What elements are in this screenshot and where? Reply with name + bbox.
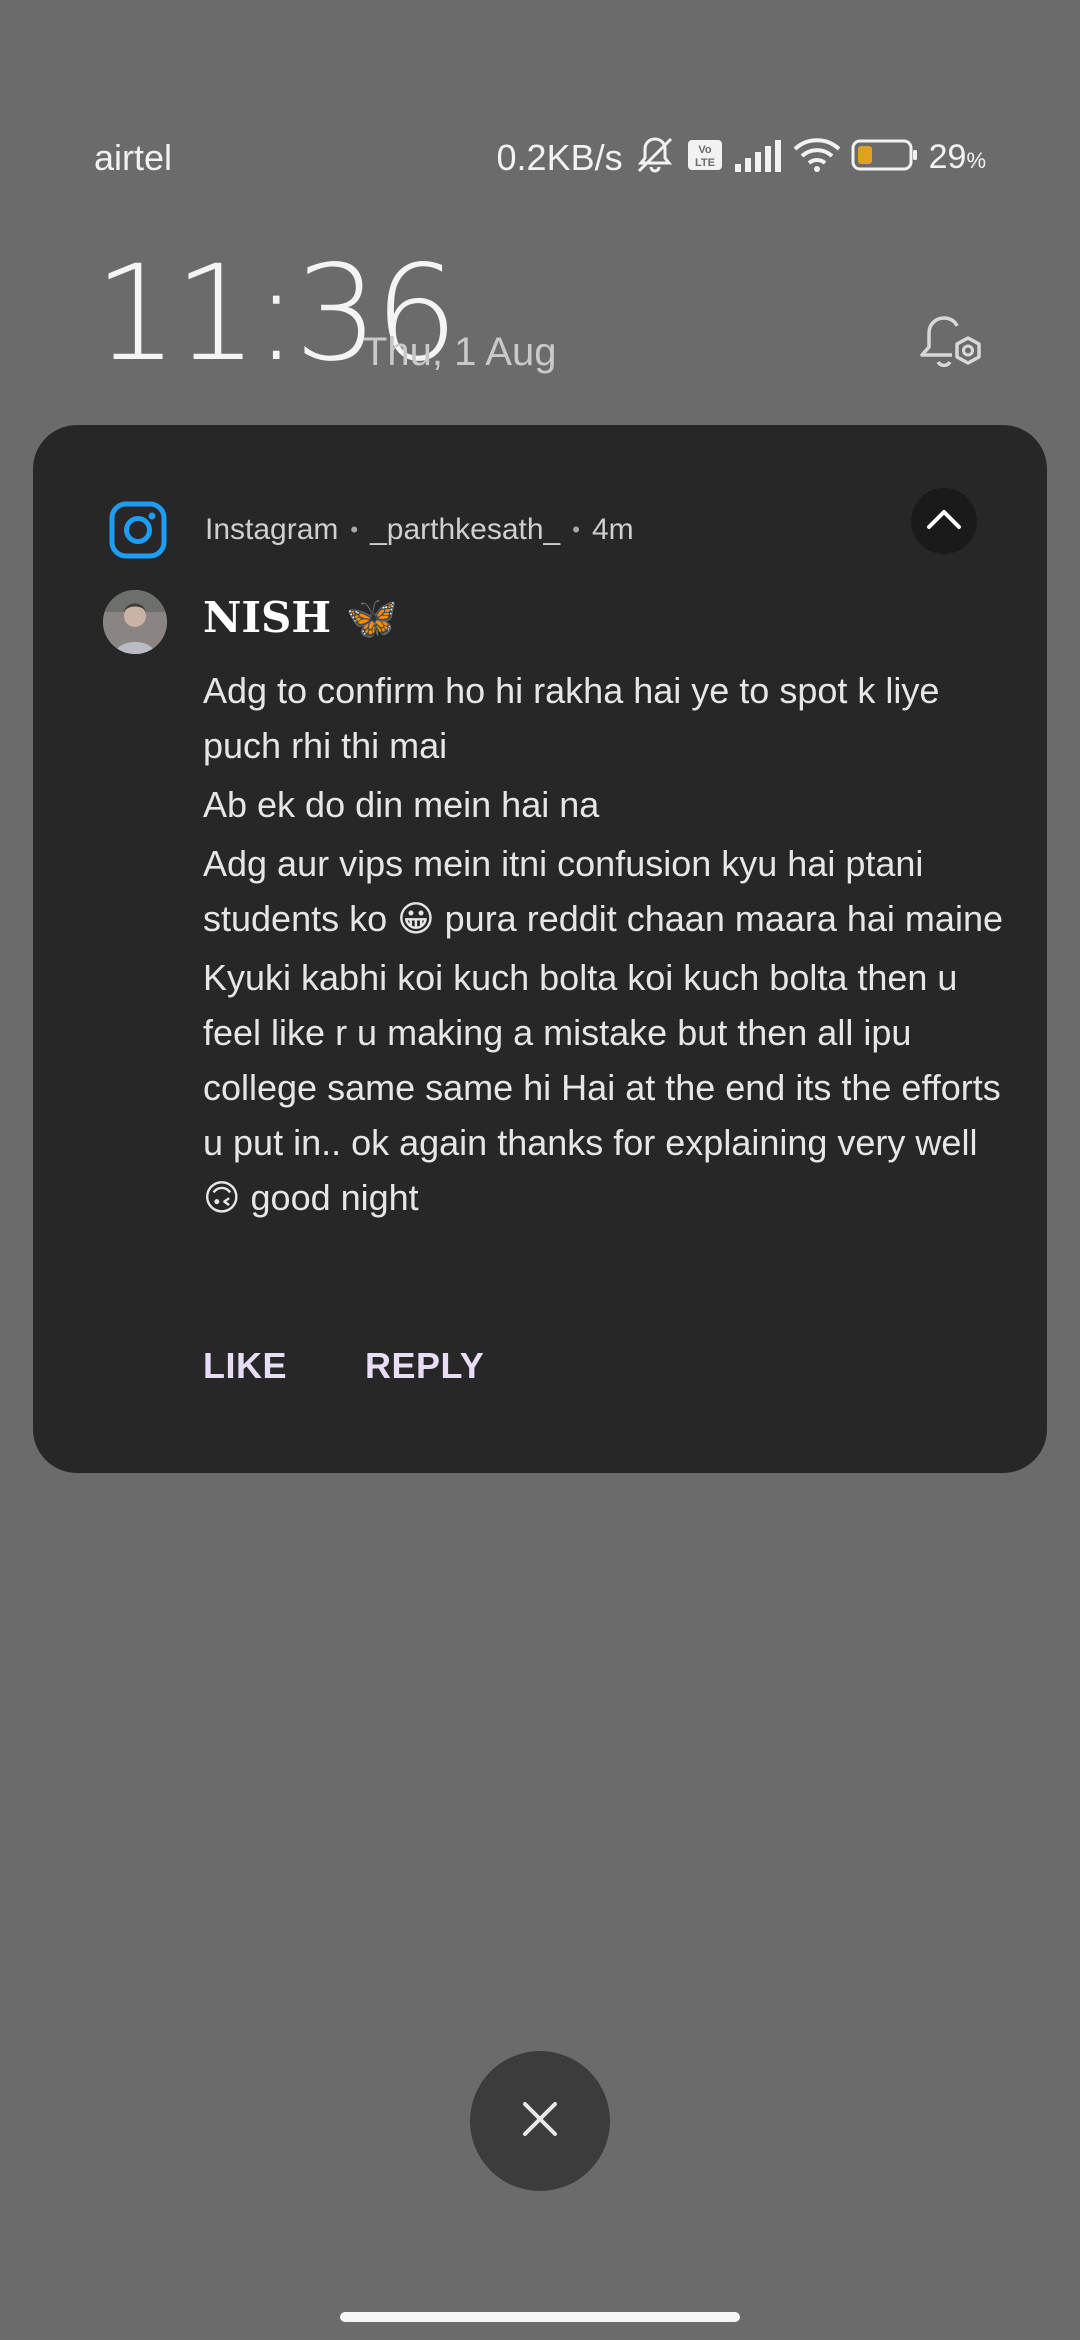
message-list: Adg to confirm ho hi rakha hai ye to spo… (203, 663, 1003, 1229)
collapse-button[interactable] (911, 488, 977, 554)
message-text: Kyuki kabhi koi kuch bolta koi kuch bolt… (203, 957, 1001, 1218)
like-button[interactable]: LIKE (203, 1345, 287, 1387)
sender-name: NISH 🦋 (203, 593, 398, 642)
status-icons: 0.2KB/s Vo LTE 29% (497, 133, 986, 182)
app-name: Instagram (205, 513, 339, 546)
battery-percentage: 29% (928, 138, 986, 176)
close-icon (520, 2099, 560, 2144)
notification-header: Instagram • _parthkesath_ • 4m (109, 488, 977, 560)
carrier-name: airtel (94, 137, 173, 178)
message-text: Adg aur vips mein itni confusion kyu hai… (203, 843, 1003, 939)
chevron-up-icon (926, 508, 962, 535)
svg-text:Vo: Vo (698, 144, 712, 156)
separator-dot: • (572, 517, 580, 542)
volte-icon: Vo LTE (687, 139, 723, 176)
message-text: Adg to confirm ho hi rakha hai ye to spo… (203, 670, 940, 766)
avatar (103, 590, 167, 654)
network-speed: 0.2KB/s (496, 136, 623, 178)
message-text: Ab ek do din mein hai na (203, 784, 600, 825)
svg-text:LTE: LTE (695, 157, 715, 169)
reply-button[interactable]: REPLY (365, 1345, 484, 1387)
lockscreen-date: Thu, 1 Aug (363, 330, 557, 374)
dismiss-button[interactable] (470, 2051, 610, 2191)
account-name: _parthkesath_ (370, 513, 561, 546)
wifi-icon (793, 137, 841, 178)
notification-settings-icon[interactable] (914, 312, 988, 382)
notification-age: 4m (591, 513, 634, 546)
notification-card[interactable]: Instagram • _parthkesath_ • 4m NISH 🦋 Ad… (33, 425, 1047, 1473)
separator-dot: • (350, 517, 359, 542)
instagram-icon (109, 501, 167, 559)
notification-actions: LIKE REPLY (203, 1345, 484, 1387)
signal-icon (733, 138, 783, 177)
mute-bell-icon (633, 133, 677, 182)
home-indicator[interactable] (340, 2312, 740, 2322)
battery-icon (851, 138, 919, 177)
